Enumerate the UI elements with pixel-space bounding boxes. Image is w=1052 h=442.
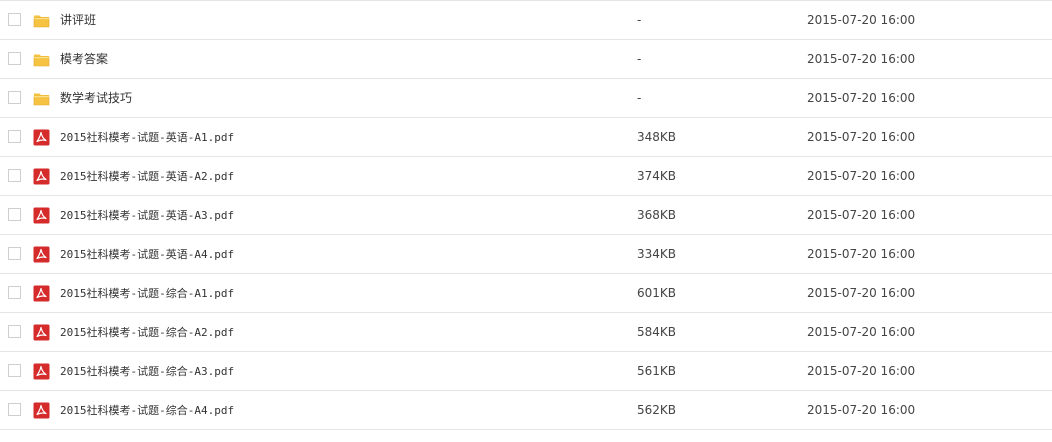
modified-date: 2015-07-20 16:00 xyxy=(807,403,916,417)
row-checkbox[interactable] xyxy=(8,169,21,182)
file-row[interactable]: 2015社科模考-试题-英语-A4.pdf 334KB 2015-07-20 16:… xyxy=(0,235,1052,274)
file-name-link[interactable]: 数学考试技巧 xyxy=(60,79,132,118)
file-name-link[interactable]: 讲评班 xyxy=(60,1,96,40)
file-row[interactable]: 2015社科模考-试题-英语-A3.pdf 368KB 2015-07-20 16:… xyxy=(0,196,1052,235)
modified-date: 2015-07-20 16:00 xyxy=(807,169,916,183)
file-size: 348KB xyxy=(637,130,677,144)
file-name-link[interactable]: 2015社科模考-试题-综合-A3.pdf xyxy=(60,352,234,391)
row-checkbox[interactable] xyxy=(8,208,21,221)
file-row[interactable]: 模考答案 - 2015-07-20 16:00 xyxy=(0,40,1052,79)
folder-icon xyxy=(33,51,50,68)
file-name-link[interactable]: 2015社科模考-试题-英语-A4.pdf xyxy=(60,235,234,274)
file-row[interactable]: 2015社科模考-试题-英语-A2.pdf 374KB 2015-07-20 16:… xyxy=(0,157,1052,196)
file-size: 368KB xyxy=(637,208,677,222)
file-row[interactable]: 2015社科模考-试题-英语-A1.pdf 348KB 2015-07-20 16:… xyxy=(0,118,1052,157)
file-name-link[interactable]: 2015社科模考-试题-综合-A2.pdf xyxy=(60,313,234,352)
pdf-icon xyxy=(33,129,50,146)
file-row[interactable]: 讲评班 - 2015-07-20 16:00 xyxy=(0,1,1052,40)
file-row[interactable]: 2015社科模考-试题-综合-A2.pdf 584KB 2015-07-20 16:… xyxy=(0,313,1052,352)
modified-date: 2015-07-20 16:00 xyxy=(807,325,916,339)
row-checkbox[interactable] xyxy=(8,403,21,416)
folder-icon xyxy=(33,90,50,107)
file-list: 讲评班 - 2015-07-20 16:00 模考答案 - 2015-07-20 16:0… xyxy=(0,0,1052,442)
file-name-link[interactable]: 2015社科模考-试题-英语-A3.pdf xyxy=(60,196,234,235)
file-row[interactable]: 2015社科模考-试题-综合-A4.pdf 562KB 2015-07-20 16:… xyxy=(0,391,1052,430)
modified-date: 2015-07-20 16:00 xyxy=(807,364,916,378)
file-size: 601KB xyxy=(637,286,677,300)
file-size: - xyxy=(637,91,642,105)
pdf-icon xyxy=(33,246,50,263)
folder-icon xyxy=(33,12,50,29)
row-checkbox[interactable] xyxy=(8,286,21,299)
modified-date: 2015-07-20 16:00 xyxy=(807,247,916,261)
modified-date: 2015-07-20 16:00 xyxy=(807,130,916,144)
row-checkbox[interactable] xyxy=(8,325,21,338)
pdf-icon xyxy=(33,324,50,341)
pdf-icon xyxy=(33,207,50,224)
row-checkbox[interactable] xyxy=(8,52,21,65)
row-checkbox[interactable] xyxy=(8,130,21,143)
modified-date: 2015-07-20 16:00 xyxy=(807,208,916,222)
file-size: 334KB xyxy=(637,247,677,261)
pdf-icon xyxy=(33,363,50,380)
pdf-icon xyxy=(33,168,50,185)
modified-date: 2015-07-20 16:00 xyxy=(807,13,916,27)
file-size: - xyxy=(637,52,642,66)
file-size: 584KB xyxy=(637,325,677,339)
file-name-link[interactable]: 2015社科模考-试题-综合-A4.pdf xyxy=(60,391,234,430)
modified-date: 2015-07-20 16:00 xyxy=(807,91,916,105)
file-name-link[interactable]: 模考答案 xyxy=(60,40,108,79)
row-checkbox[interactable] xyxy=(8,13,21,26)
file-size: 374KB xyxy=(637,169,677,183)
file-name-link[interactable]: 2015社科模考-试题-英语-A2.pdf xyxy=(60,157,234,196)
modified-date: 2015-07-20 16:00 xyxy=(807,286,916,300)
file-name-link[interactable]: 2015社科模考-试题-英语-A1.pdf xyxy=(60,118,234,157)
row-checkbox[interactable] xyxy=(8,247,21,260)
pdf-icon xyxy=(33,285,50,302)
modified-date: 2015-07-20 16:00 xyxy=(807,52,916,66)
file-row[interactable]: 2015社科模考-试题-综合-A3.pdf 561KB 2015-07-20 16:… xyxy=(0,352,1052,391)
pdf-icon xyxy=(33,402,50,419)
row-checkbox[interactable] xyxy=(8,364,21,377)
file-size: 561KB xyxy=(637,364,677,378)
file-name-link[interactable]: 2015社科模考-试题-综合-A1.pdf xyxy=(60,274,234,313)
file-row[interactable]: 数学考试技巧 - 2015-07-20 16:00 xyxy=(0,79,1052,118)
file-size: - xyxy=(637,13,642,27)
file-size: 562KB xyxy=(637,403,677,417)
row-checkbox[interactable] xyxy=(8,91,21,104)
file-row[interactable]: 2015社科模考-试题-综合-A1.pdf 601KB 2015-07-20 16:… xyxy=(0,274,1052,313)
